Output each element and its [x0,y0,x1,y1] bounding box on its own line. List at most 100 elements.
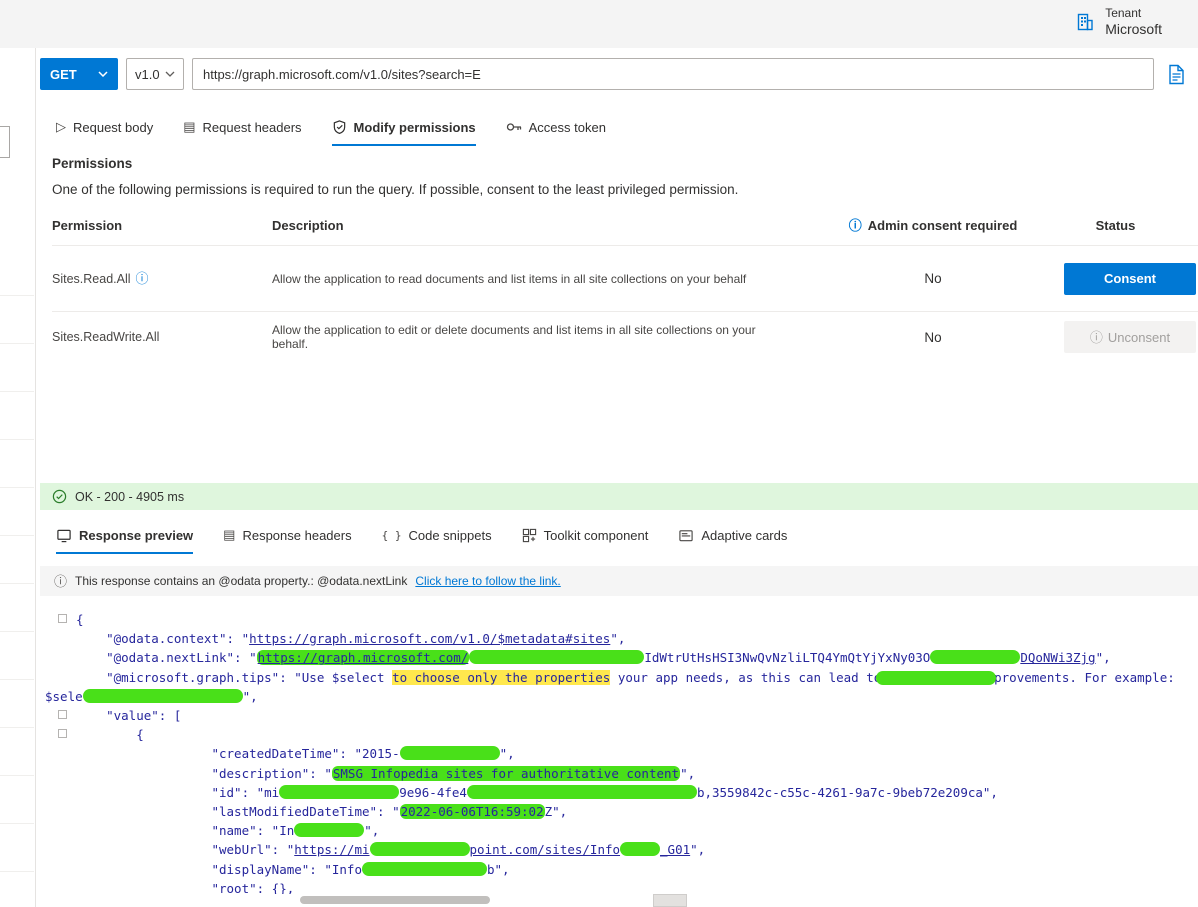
fold-marker[interactable] [58,614,67,623]
admin-consent-value: No [924,329,942,345]
tab-access-token[interactable]: Access token [506,108,606,146]
code-text: $sele [45,688,83,704]
tenant-label: Tenant [1105,6,1142,20]
key-icon [506,119,522,135]
fold-marker[interactable] [58,710,67,720]
code-text: "webUrl": " [76,842,295,858]
tab-response-preview[interactable]: Response preview [56,516,194,554]
code-braces-icon: { } [381,528,402,542]
left-sidebar-rail [0,48,36,907]
chevron-down-icon [98,71,108,77]
response-tabbar: Response preview ▤ Response headers { } … [40,516,787,554]
sidebar-separator [0,824,34,872]
tab-adaptive-cards[interactable]: Adaptive cards [678,516,787,554]
sidebar-separator [0,248,34,296]
sidebar-separator [0,728,34,776]
info-icon[interactable]: ⓘ [136,272,149,285]
scrollbar-thumb[interactable] [300,896,490,904]
shield-check-icon [332,119,347,135]
redaction-marker [369,842,470,857]
tab-label: Response headers [242,527,352,543]
tab-toolkit-component[interactable]: Toolkit component [522,516,648,554]
code-text: b", [486,861,510,877]
tenant-info[interactable]: Tenant Microsoft [1075,6,1162,39]
follow-nextlink-link[interactable]: Click here to follow the link. [415,574,560,588]
response-status-bar: OK - 200 - 4905 ms [40,483,1198,510]
consent-button[interactable]: Consent [1064,262,1196,295]
code-text: ", [1095,650,1111,666]
code-link[interactable]: DQoNWi3Zjg [1020,650,1095,665]
request-tabbar: ▷ Request body ▤ Request headers Modify … [40,108,606,146]
code-text: "id": "mi [76,784,280,800]
info-icon[interactable]: ⓘ [849,219,862,232]
code-line: "webUrl": "https://mi point.com/sites/Inf… [76,840,1198,859]
sidebar-separator [0,632,34,680]
request-url-input[interactable] [192,58,1154,90]
sidebar-separator [0,776,34,824]
share-query-button[interactable] [1162,58,1190,90]
tab-label: Request headers [202,119,302,135]
tenant-building-icon [1075,12,1095,32]
code-text: "displayName": "Info [76,861,362,877]
permission-name: Sites.Read.All [52,271,131,286]
admin-consent-value: No [924,271,942,286]
success-check-icon [52,489,67,504]
code-text: ", [610,631,626,647]
permission-description: Allow the application to edit or delete … [272,323,756,351]
http-method-dropdown[interactable]: GET [40,58,118,90]
code-line: { [58,725,1198,744]
response-preview-editor[interactable]: { "@odata.context": "https://graph.micro… [40,600,1198,894]
green-highlight-text: SMSG Infopedia sites for authoritative c… [331,765,681,781]
code-text: ", [499,746,515,762]
unconsent-button[interactable]: ⓘ Unconsent [1064,321,1196,353]
code-text: "root": {}, [76,880,295,894]
notice-text: This response contains an @odata propert… [75,574,408,588]
code-link[interactable]: point.com/sites/Info [470,842,621,857]
info-icon: ⓘ [1089,329,1103,345]
code-text: { [76,727,144,743]
code-text: b,3559842c-c55c-4261-9a7c-9beb72e209ca", [696,784,998,800]
tab-modify-permissions[interactable]: Modify permissions [331,108,476,146]
code-text: 9e96-4fe4 [399,784,467,800]
code-text: IdWtrUtHsHSI3NwQvNzliLTQ4YmQtYjYxNy03O [644,650,931,666]
redaction-marker [279,784,400,799]
permissions-table-header: Permission Description ⓘ Admin consent r… [52,206,1198,246]
code-line: "@odata.context": "https://graph.microso… [76,629,1198,648]
code-line: "@microsoft.graph.tips": "Use $select to… [76,668,1198,687]
tab-code-snippets[interactable]: { } Code snippets [382,516,492,554]
code-link-redacted[interactable]: https://graph.microsoft.com/ [256,650,470,666]
code-text: ", [364,823,380,839]
redaction-marker [876,670,996,685]
code-line: "displayName": "Info b", [76,860,1198,879]
sidebar-separator [0,440,34,488]
redaction-marker [82,688,243,703]
yellow-highlight-text: to choose only the properties [392,669,611,685]
tab-label: Modify permissions [353,119,476,135]
redaction-marker [466,784,697,799]
tab-request-headers[interactable]: ▤ Request headers [183,108,301,146]
query-row: GET v1.0 [40,58,1190,90]
request-headers-icon: ▤ [183,119,196,134]
code-link[interactable]: _G01 [660,842,690,857]
tab-label: Adaptive cards [701,527,788,543]
fold-marker[interactable] [58,729,67,739]
tab-label: Code snippets [408,527,492,543]
code-link[interactable]: https://graph.microsoft.com/v1.0/$metada… [249,631,610,646]
document-icon [1168,64,1185,85]
tab-request-body[interactable]: ▷ Request body [56,108,153,146]
code-line: "description": "SMSG Infopedia sites for… [76,764,1198,783]
tab-response-headers[interactable]: ▤ Response headers [223,516,351,554]
sidebar-separator [0,680,34,728]
sidebar-collapsed-toggle[interactable] [0,126,10,158]
green-highlight-text: 2022-06-06T16:59:02 [399,804,545,820]
redaction-marker [399,746,500,761]
code-line: { [58,610,1198,629]
code-text: ", [242,688,258,704]
sidebar-separator [0,488,34,536]
code-link[interactable]: https://mi [294,842,369,857]
code-text: "value": [ [76,708,182,724]
odata-notice-bar: ⓘ This response contains an @odata prope… [40,566,1198,596]
api-version-label: v1.0 [135,66,160,82]
api-version-dropdown[interactable]: v1.0 [126,58,184,90]
permission-row-sites-readwrite-all: Sites.ReadWrite.All Allow the applicatio… [52,312,1198,362]
